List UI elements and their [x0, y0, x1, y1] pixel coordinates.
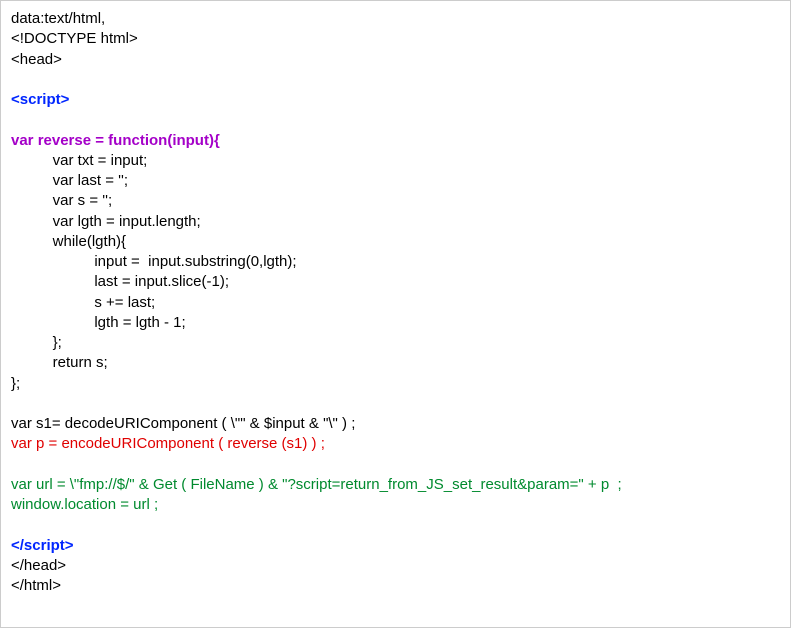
code-line-2: <head> — [11, 50, 780, 70]
code-snippet-box: data:text/html,<!DOCTYPE html><head> <scr… — [0, 0, 791, 628]
code-line-26: </script> — [11, 536, 780, 556]
code-line-28: </html> — [11, 576, 780, 596]
code-line-23: var url = \"fmp://$/" & Get ( FileName )… — [11, 475, 780, 495]
code-line-18: }; — [11, 374, 780, 394]
code-line-5 — [11, 110, 780, 130]
code-line-9: var s = ''; — [11, 191, 780, 211]
code-line-21: var p = encodeURIComponent ( reverse (s1… — [11, 434, 780, 454]
code-line-7: var txt = input; — [11, 151, 780, 171]
code-line-13: last = input.slice(-1); — [11, 272, 780, 292]
code-line-11: while(lgth){ — [11, 232, 780, 252]
code-line-16: }; — [11, 333, 780, 353]
code-line-25 — [11, 515, 780, 535]
code-line-14: s += last; — [11, 293, 780, 313]
code-line-15: lgth = lgth - 1; — [11, 313, 780, 333]
code-line-17: return s; — [11, 353, 780, 373]
code-line-19 — [11, 394, 780, 414]
code-line-1: <!DOCTYPE html> — [11, 29, 780, 49]
code-line-10: var lgth = input.length; — [11, 212, 780, 232]
code-line-3 — [11, 70, 780, 90]
code-line-27: </head> — [11, 556, 780, 576]
code-line-20: var s1= decodeURIComponent ( \"" & $inpu… — [11, 414, 780, 434]
code-line-24: window.location = url ; — [11, 495, 780, 515]
code-line-12: input = input.substring(0,lgth); — [11, 252, 780, 272]
code-line-8: var last = ''; — [11, 171, 780, 191]
code-line-6: var reverse = function(input){ — [11, 131, 780, 151]
code-line-22 — [11, 455, 780, 475]
code-line-4: <script> — [11, 90, 780, 110]
code-line-0: data:text/html, — [11, 9, 780, 29]
